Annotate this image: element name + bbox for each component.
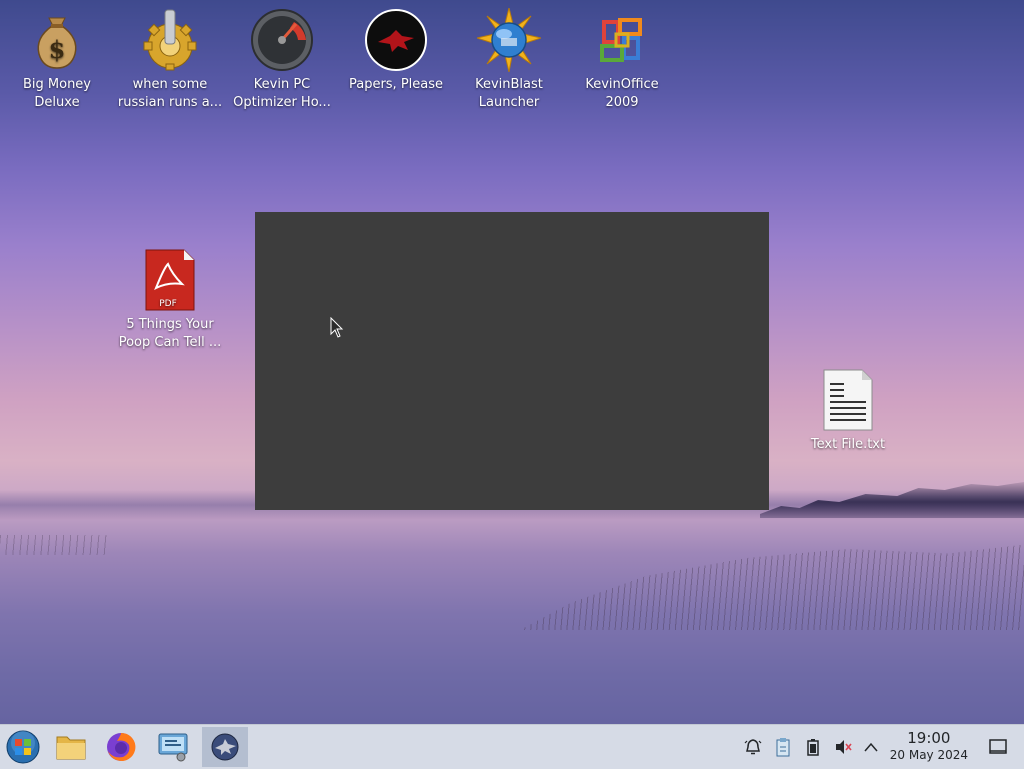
blank-window[interactable] <box>255 212 769 510</box>
icon-label-line2: Poop Can Tell ... <box>118 335 222 350</box>
firefox-icon <box>107 732 136 761</box>
taskbar-file-manager[interactable] <box>48 727 94 767</box>
desktop-icon-kevinblast-launcher[interactable]: KevinBlast Launcher <box>454 0 564 112</box>
desktop-icon-big-money-deluxe[interactable]: $ Big Money Deluxe <box>2 0 112 112</box>
desktop-icon-kevinoffice-2009[interactable]: KevinOffice 2009 <box>567 0 677 112</box>
icon-label-line1: 5 Things Your <box>126 317 214 332</box>
icon-label-line2: Optimizer Ho... <box>233 95 331 110</box>
clipboard-icon[interactable] <box>773 737 793 757</box>
system-settings-icon <box>158 733 188 762</box>
show-desktop-icon[interactable] <box>988 737 1008 757</box>
eagle-app-icon <box>211 733 239 761</box>
battery-icon[interactable] <box>803 737 823 757</box>
start-button[interactable] <box>0 727 46 767</box>
pdf-badge: PDF <box>159 299 177 309</box>
taskbar-active-window[interactable] <box>202 727 248 767</box>
desktop-icon-papers-please[interactable]: Papers, Please <box>341 0 451 94</box>
wallpaper-reeds <box>520 544 1024 630</box>
taskbar-system-settings[interactable] <box>150 727 196 767</box>
icon-label-line1: KevinOffice <box>585 77 659 92</box>
text-file-icon <box>816 368 880 432</box>
icon-label-line2: russian runs a... <box>117 95 223 110</box>
icon-label-line1: Text File.txt <box>810 437 886 452</box>
clock-date: 20 May 2024 <box>889 748 968 762</box>
icon-label-line1: KevinBlast <box>475 77 543 92</box>
office-logo-icon <box>590 8 654 72</box>
icon-label-line1: Papers, Please <box>348 77 444 92</box>
eagle-emblem-icon <box>364 8 428 72</box>
icon-label-line1: when some <box>132 77 208 92</box>
desktop-icon-kevin-pc-optimizer[interactable]: Kevin PC Optimizer Ho... <box>227 0 337 112</box>
volume-muted-icon[interactable] <box>833 737 853 757</box>
icon-label-line1: Kevin PC <box>253 77 311 92</box>
notifications-icon[interactable] <box>743 737 763 757</box>
speedometer-icon <box>250 8 314 72</box>
icon-label-line2: Launcher <box>478 95 540 110</box>
taskbar: 19:00 20 May 2024 <box>0 724 1024 769</box>
icon-label-line1: Big Money <box>22 77 91 92</box>
money-bag-icon: $ <box>25 8 89 72</box>
pdf-file-icon: PDF <box>138 248 202 312</box>
folder-icon <box>56 736 86 760</box>
wallpaper-reeds-left <box>0 535 110 555</box>
desktop-icon-pdf-document[interactable]: PDF 5 Things Your Poop Can Tell ... <box>115 240 225 352</box>
taskbar-firefox[interactable] <box>98 727 144 767</box>
icon-label-line2: 2009 <box>605 95 639 110</box>
chevron-up-icon[interactable] <box>861 737 881 757</box>
clock-time: 19:00 <box>907 729 951 747</box>
desktop-icon-text-file[interactable]: Text File.txt <box>793 360 903 454</box>
desktop-icon-russian-gear[interactable]: when some russian runs a... <box>115 0 225 112</box>
mouse-cursor-icon <box>330 316 344 343</box>
windows-orb-icon <box>6 730 40 764</box>
clock[interactable]: 19:00 20 May 2024 <box>890 729 968 763</box>
globe-burst-icon <box>475 7 543 73</box>
icon-label-line2: Deluxe <box>34 95 80 110</box>
gear-icon <box>138 8 202 72</box>
svg-text:$: $ <box>49 35 66 64</box>
